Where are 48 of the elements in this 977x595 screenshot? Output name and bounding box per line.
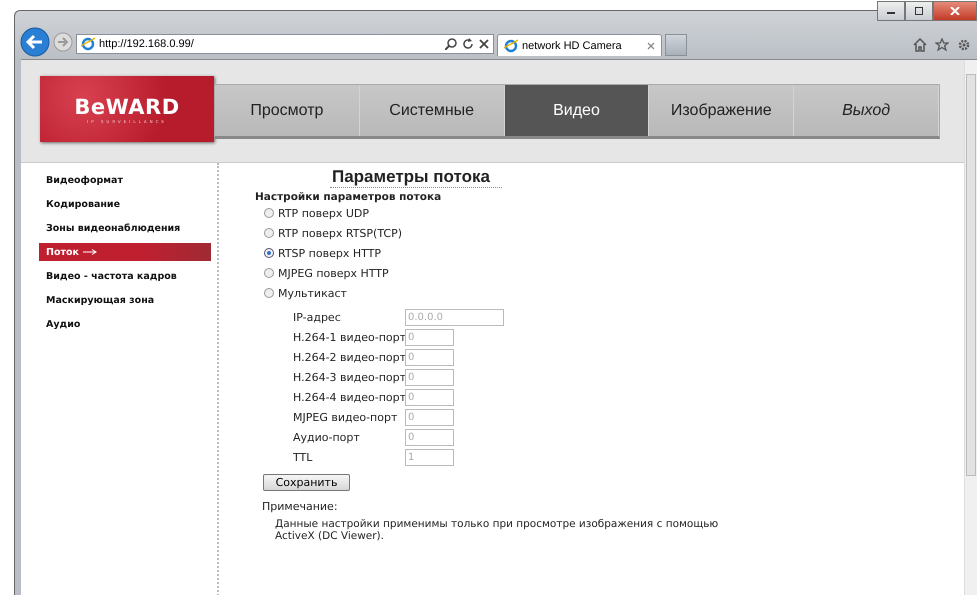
nav-tab[interactable]: Видео: [504, 85, 650, 136]
browser-tab[interactable]: network HD Camera: [497, 34, 662, 56]
radio-option[interactable]: RTP поверх UDP: [264, 203, 964, 223]
nav-tab[interactable]: Изображение: [649, 85, 794, 136]
field-label: Аудио-порт: [293, 431, 361, 444]
field-label: H.264-2 видео-порт: [293, 351, 405, 364]
field-label: TTL: [293, 451, 314, 464]
sidebar-item[interactable]: Видео - частота кадров: [39, 267, 211, 285]
settings-icon[interactable]: [957, 38, 971, 52]
maximize-button[interactable]: [905, 1, 933, 21]
search-icon[interactable]: [445, 38, 457, 50]
browser-icon: [81, 37, 95, 51]
field-label: IP-адрес: [293, 311, 342, 324]
field-label: H.264-1 видео-порт: [293, 331, 405, 344]
radio-option[interactable]: RTSP поверх HTTP: [264, 243, 964, 263]
address-bar[interactable]: http://192.168.0.99/: [76, 34, 494, 54]
stop-icon[interactable]: [479, 39, 489, 49]
arrow-icon: [82, 249, 97, 255]
nav-tab[interactable]: Просмотр: [215, 85, 360, 136]
nav-tab[interactable]: Выход: [794, 85, 939, 136]
radio-option[interactable]: MJPEG поверх HTTP: [264, 263, 964, 283]
sidebar-item[interactable]: Видеоформат: [39, 171, 211, 189]
radio-option[interactable]: Мультикаст: [264, 283, 964, 303]
browser-icon: [504, 38, 518, 52]
maximize-icon: [914, 7, 924, 15]
field-label: MJPEG видео-порт: [293, 411, 398, 424]
sidebar-item[interactable]: Маскирующая зона: [39, 291, 211, 309]
field-label: H.264-4 видео-порт: [293, 391, 405, 404]
sidebar-item[interactable]: Поток: [39, 243, 211, 261]
save-button[interactable]: Сохранить: [263, 474, 350, 491]
minimize-button[interactable]: [877, 1, 905, 21]
sidebar-item[interactable]: Зоны видеонаблюдения: [39, 219, 211, 237]
close-icon[interactable]: [647, 42, 655, 50]
star-icon[interactable]: [935, 38, 949, 52]
note-text: Данные настройки применимы только при просмотре изображения с помощью ActiveX (DC Viewer).: [275, 518, 720, 542]
sidebar-item[interactable]: Кодирование: [39, 195, 211, 213]
sidebar-item[interactable]: Аудио: [39, 315, 211, 333]
radio-option[interactable]: RTP поверх RTSP(TCP): [264, 223, 964, 243]
field-label: H.264-3 видео-порт: [293, 371, 405, 384]
page-title: Параметры потока: [330, 167, 502, 188]
refresh-icon[interactable]: [462, 38, 474, 50]
section-title: Настройки параметров потока: [255, 191, 442, 203]
home-icon[interactable]: [913, 38, 927, 52]
note-title: Примечание:: [262, 500, 339, 513]
close-button[interactable]: [933, 1, 977, 21]
scrollbar[interactable]: [964, 60, 977, 595]
close-icon: [950, 7, 960, 15]
back-icon[interactable]: [20, 27, 50, 57]
